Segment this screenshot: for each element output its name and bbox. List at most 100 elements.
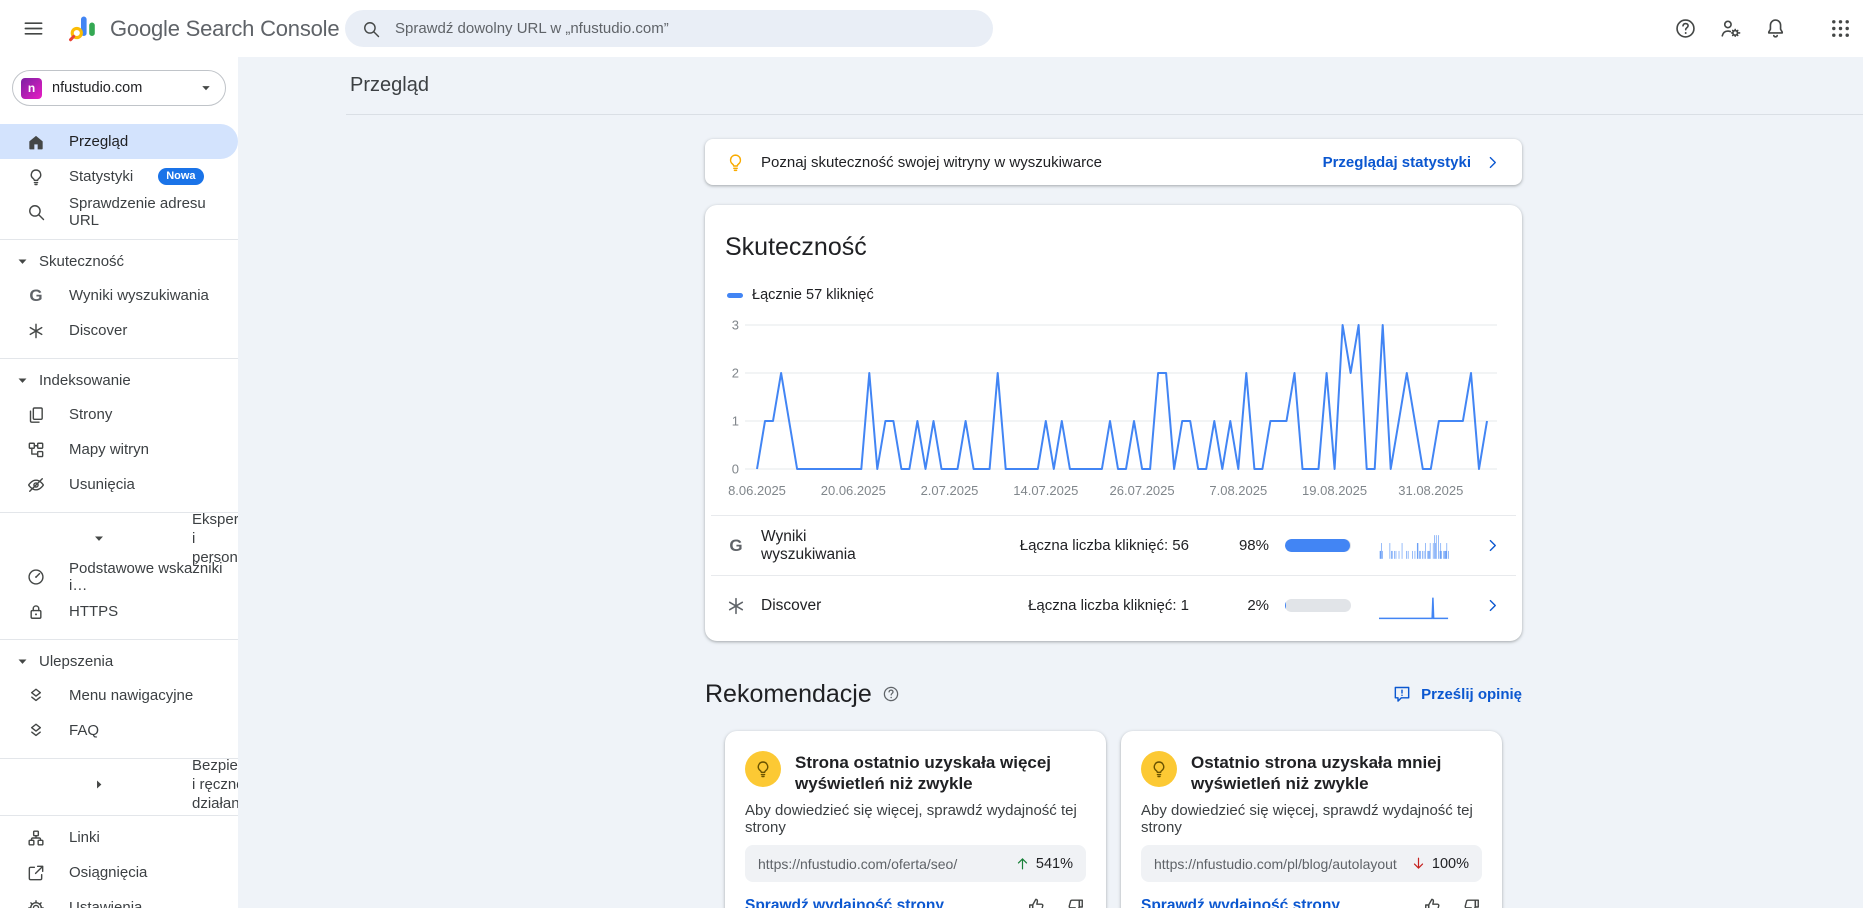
report-row-wyniki-wyszukiwania[interactable]: G Wyniki wyszukiwania Łączna liczba klik… — [711, 515, 1516, 575]
lock-icon — [26, 602, 46, 622]
caret-down-icon — [13, 529, 185, 548]
sidebar-item-podstawowe-wskaźniki-i[interactable]: Podstawowe wskaźniki i… — [0, 559, 238, 594]
thumb-down-icon[interactable] — [1066, 896, 1086, 908]
svg-text:31.08.2025: 31.08.2025 — [1398, 483, 1463, 498]
section-label: Skuteczność — [39, 253, 124, 270]
page-header: Przegląd — [346, 57, 1863, 115]
g-letter-icon: G — [26, 286, 46, 306]
insights-banner: Poznaj skuteczność swojej witryny w wysz… — [705, 139, 1522, 185]
send-feedback-link[interactable]: Prześlij opinię — [1392, 684, 1522, 704]
share-bar — [1285, 599, 1351, 612]
chevron-right-icon — [1483, 596, 1502, 615]
sidebar-item-usunięcia[interactable]: Usunięcia — [0, 467, 238, 502]
sidebar-item-ustawienia[interactable]: Ustawienia — [0, 890, 238, 908]
recommendations-header: Rekomendacje Prześlij opinię — [705, 679, 1522, 709]
menu-button[interactable] — [12, 8, 54, 50]
asterisk-icon — [26, 321, 46, 341]
sidebar-item-menu-nawigacyjne[interactable]: Menu nawigacyjne — [0, 678, 238, 713]
svg-text:1: 1 — [732, 414, 739, 429]
sidebar-item-sprawdzenie-adresu-url[interactable]: Sprawdzenie adresu URL — [0, 194, 238, 229]
recommendation-bulb-badge — [1141, 751, 1177, 787]
sidebar-divider — [0, 639, 238, 640]
performance-rows: G Wyniki wyszukiwania Łączna liczba klik… — [705, 515, 1522, 635]
sidebar-item-label: Podstawowe wskaźniki i… — [69, 560, 238, 594]
sidebar-item-label: Usunięcia — [69, 476, 135, 493]
sidebar-section-indeksowanie[interactable]: Indeksowanie — [0, 363, 238, 397]
change-indicator: 100% — [1410, 855, 1469, 872]
svg-text:2.07.2025: 2.07.2025 — [921, 483, 979, 498]
svg-text:3: 3 — [732, 318, 739, 333]
account-settings-button[interactable] — [1709, 7, 1751, 49]
topbar-actions — [1664, 7, 1861, 49]
check-performance-link[interactable]: Sprawdź wydajność strony — [1141, 897, 1340, 908]
sidebar-item-osiągnięcia[interactable]: Osiągnięcia — [0, 855, 238, 890]
sidebar-item-label: Mapy witryn — [69, 441, 149, 458]
google-apps-button[interactable] — [1819, 7, 1861, 49]
property-name: nfustudio.com — [52, 80, 187, 96]
sidebar-item-label: Strony — [69, 406, 112, 423]
sidebar-section-bezpieczeństwo-i-ręczne-działania[interactable]: Bezpieczeństwo i ręczne działania — [0, 763, 238, 805]
sidebar-item-linki[interactable]: Linki — [0, 820, 238, 855]
layers-icon — [26, 686, 46, 706]
sidebar-item-mapy-witryn[interactable]: Mapy witryn — [0, 432, 238, 467]
sitemap-icon — [26, 440, 46, 460]
sidebar-item-label: Osiągnięcia — [69, 864, 147, 881]
help-icon — [1674, 17, 1697, 40]
url-inspection-search[interactable] — [345, 10, 993, 47]
page-title: Przegląd — [346, 74, 429, 97]
sidebar-item-label: Przegląd — [69, 133, 128, 150]
sidebar-section-skuteczność[interactable]: Skuteczność — [0, 244, 238, 278]
help-icon[interactable] — [882, 685, 900, 703]
sidebar-item-faq[interactable]: FAQ — [0, 713, 238, 748]
sidebar-item-label: Sprawdzenie adresu URL — [69, 195, 238, 229]
lightbulb-icon — [725, 152, 746, 173]
bell-icon — [1764, 17, 1787, 40]
recommendation-title: Strona ostatnio uzyskała więcej wyświetl… — [795, 751, 1086, 794]
legend-dash — [727, 293, 743, 298]
feedback-icon — [1392, 684, 1412, 704]
sidebar-item-strony[interactable]: Strony — [0, 397, 238, 432]
change-percent: 100% — [1432, 856, 1469, 872]
view-insights-link[interactable]: Przeglądaj statystyki — [1323, 153, 1502, 172]
chart-legend: Łącznie 57 kliknięć — [727, 287, 1522, 303]
svg-text:7.08.2025: 7.08.2025 — [1209, 483, 1267, 498]
search-input[interactable] — [393, 19, 977, 38]
total-clicks-metric: Łączna liczba kliknięć: 1 — [889, 597, 1189, 614]
sidebar-item-statystyki[interactable]: StatystykiNowa — [0, 159, 238, 194]
recommendations-title: Rekomendacje — [705, 679, 872, 709]
svg-text:8.06.2025: 8.06.2025 — [728, 483, 786, 498]
sidebar-item-wyniki-wyszukiwania[interactable]: GWyniki wyszukiwania — [0, 278, 238, 313]
caret-down-icon — [13, 652, 32, 671]
home-icon — [26, 132, 46, 152]
notifications-button[interactable] — [1754, 7, 1796, 49]
thumb-down-icon[interactable] — [1462, 896, 1482, 908]
performance-card: Skuteczność Łącznie 57 kliknięć 01238.06… — [705, 205, 1522, 641]
clicks-line-chart: 01238.06.202520.06.20252.07.202514.07.20… — [715, 309, 1515, 507]
thumb-up-icon[interactable] — [1422, 896, 1442, 908]
sidebar-section-eksperymenty-i-personalizacja[interactable]: Eksperymenty i personalizacja — [0, 517, 238, 559]
check-performance-link[interactable]: Sprawdź wydajność strony — [745, 897, 944, 908]
page-url-chip: https://nfustudio.com/pl/blog/autolayout… — [1141, 845, 1482, 882]
property-selector[interactable]: n nfustudio.com — [12, 70, 226, 106]
sidebar-item-https[interactable]: HTTPS — [0, 594, 238, 629]
feedback-thumbs — [1422, 896, 1482, 908]
property-favicon: n — [21, 78, 42, 99]
report-row-discover[interactable]: Discover Łączna liczba kliknięć: 1 2% — [711, 575, 1516, 635]
sidebar-item-label: Ustawienia — [69, 899, 142, 908]
eye-off-icon — [26, 475, 46, 495]
product-logo: Google Search Console — [68, 14, 339, 44]
sidebar-item-discover[interactable]: Discover — [0, 313, 238, 348]
help-button[interactable] — [1664, 7, 1706, 49]
new-badge: Nowa — [158, 168, 203, 185]
chevron-right-icon — [1483, 153, 1502, 172]
sidebar-nav: Przegląd StatystykiNowaSprawdzenie adresu… — [0, 124, 238, 908]
sidebar-item-przegląd[interactable]: Przegląd — [0, 124, 238, 159]
sidebar-section-ulepszenia[interactable]: Ulepszenia — [0, 644, 238, 678]
thumb-up-icon[interactable] — [1026, 896, 1046, 908]
recommendation-bulb-badge — [745, 751, 781, 787]
recommendation-body: Aby dowiedzieć się więcej, sprawdź wydaj… — [745, 802, 1086, 836]
recommendation-card: Ostatnio strona uzyskała mniej wyświetle… — [1121, 731, 1502, 908]
caret-down-icon — [13, 252, 32, 271]
lightbulb-icon — [753, 759, 773, 779]
product-name: Google Search Console — [110, 16, 339, 42]
